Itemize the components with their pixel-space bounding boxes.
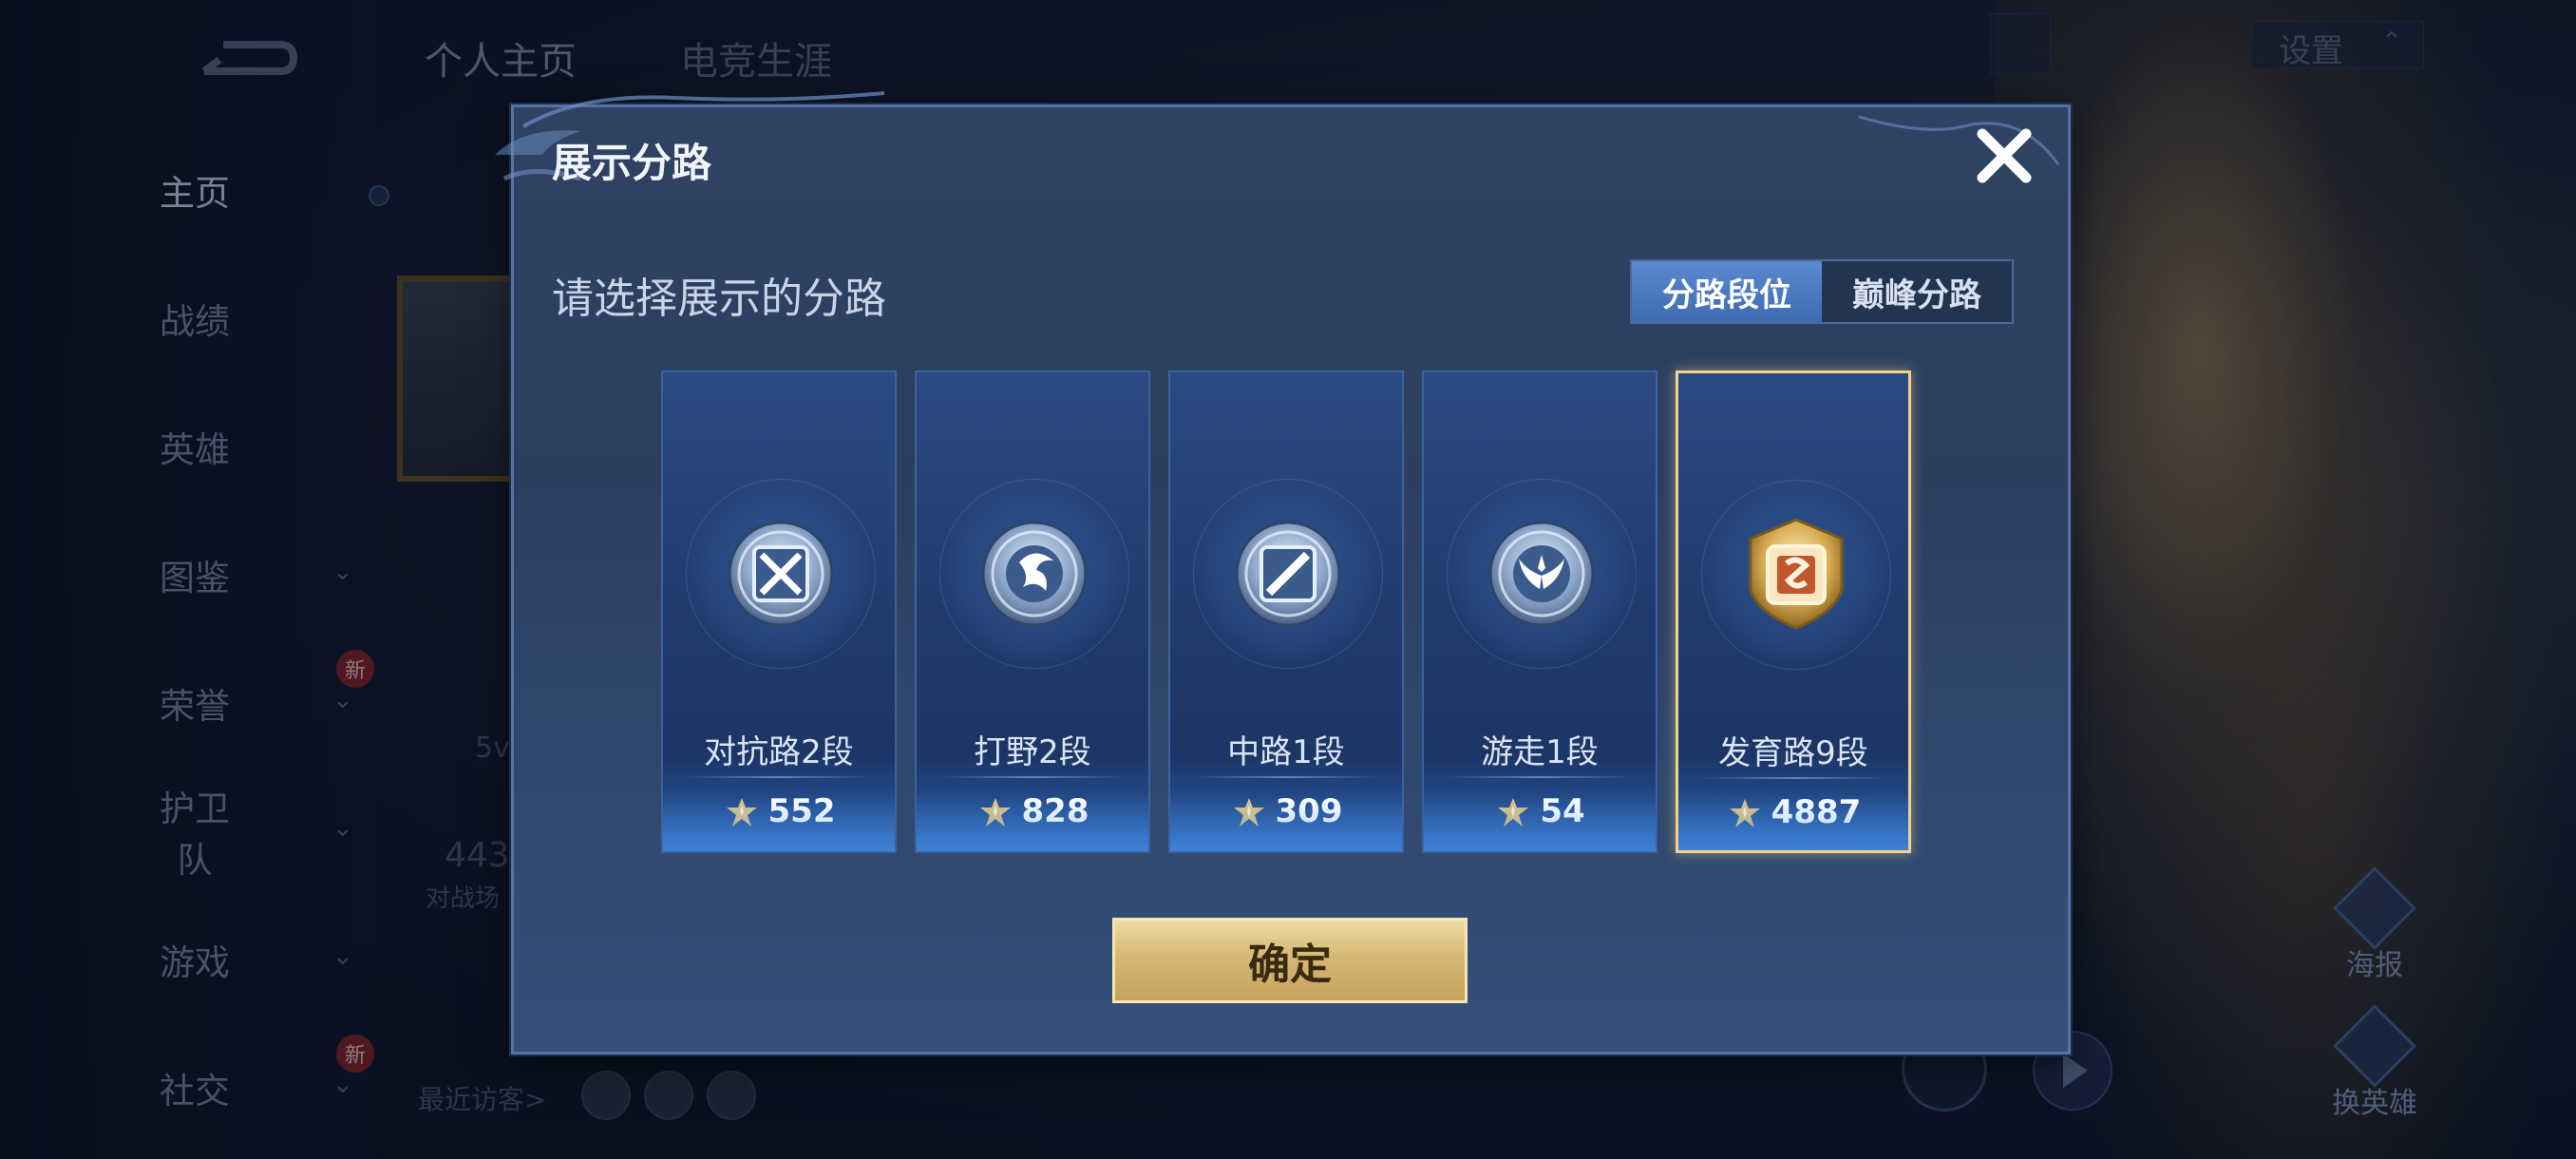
dialog-subtitle: 请选择展示的分路 [552,275,886,323]
clash-lane-emblem-icon [724,515,838,633]
card-glow [1170,794,1402,851]
lane-card[interactable]: 对抗路2段552 [661,370,897,853]
lane-card[interactable]: 中路1段309 [1168,370,1404,853]
lane-rank-name: 发育路9段 [1718,734,1868,772]
lane-rank-name: 对抗路2段 [704,733,854,771]
tab-lane-rank[interactable]: 分路段位 [1632,261,1822,322]
lane-display-dialog: 展示分路 请选择展示的分路 分路段位 巅峰分路 对抗路2段552打野2段828中… [495,91,2071,1054]
card-glow [663,794,895,851]
tab-peak-lane[interactable]: 巅峰分路 [1822,261,2012,322]
close-icon[interactable] [1969,121,2039,191]
lane-rank-name: 打野2段 [974,733,1091,771]
jungle-dragon-emblem-icon [977,515,1091,633]
divider [1699,777,1889,779]
lane-card-list: 对抗路2段552打野2段828中路1段309游走1段54发育路9段4887 [661,370,1924,855]
mid-lane-emblem-icon [1231,515,1345,633]
card-glow [1678,793,1908,850]
lane-rank-name: 游走1段 [1481,733,1599,771]
roam-wings-emblem-icon [1485,515,1599,633]
card-glow [1424,794,1656,851]
lane-mode-toggle: 分路段位 巅峰分路 [1630,259,2014,324]
divider [938,776,1127,778]
divider [1445,776,1635,778]
lane-card[interactable]: 打野2段828 [915,370,1150,853]
confirm-button[interactable]: 确定 [1112,918,1468,1003]
divider [684,776,874,778]
lane-card[interactable]: 游走1段54 [1422,370,1657,853]
lane-card[interactable]: 发育路9段4887 [1676,370,1911,853]
lane-rank-name: 中路1段 [1227,733,1345,771]
card-glow [917,794,1148,851]
dialog-title: 展示分路 [552,140,712,186]
farm-lane-gold-emblem-icon [1739,516,1853,634]
divider [1191,776,1381,778]
